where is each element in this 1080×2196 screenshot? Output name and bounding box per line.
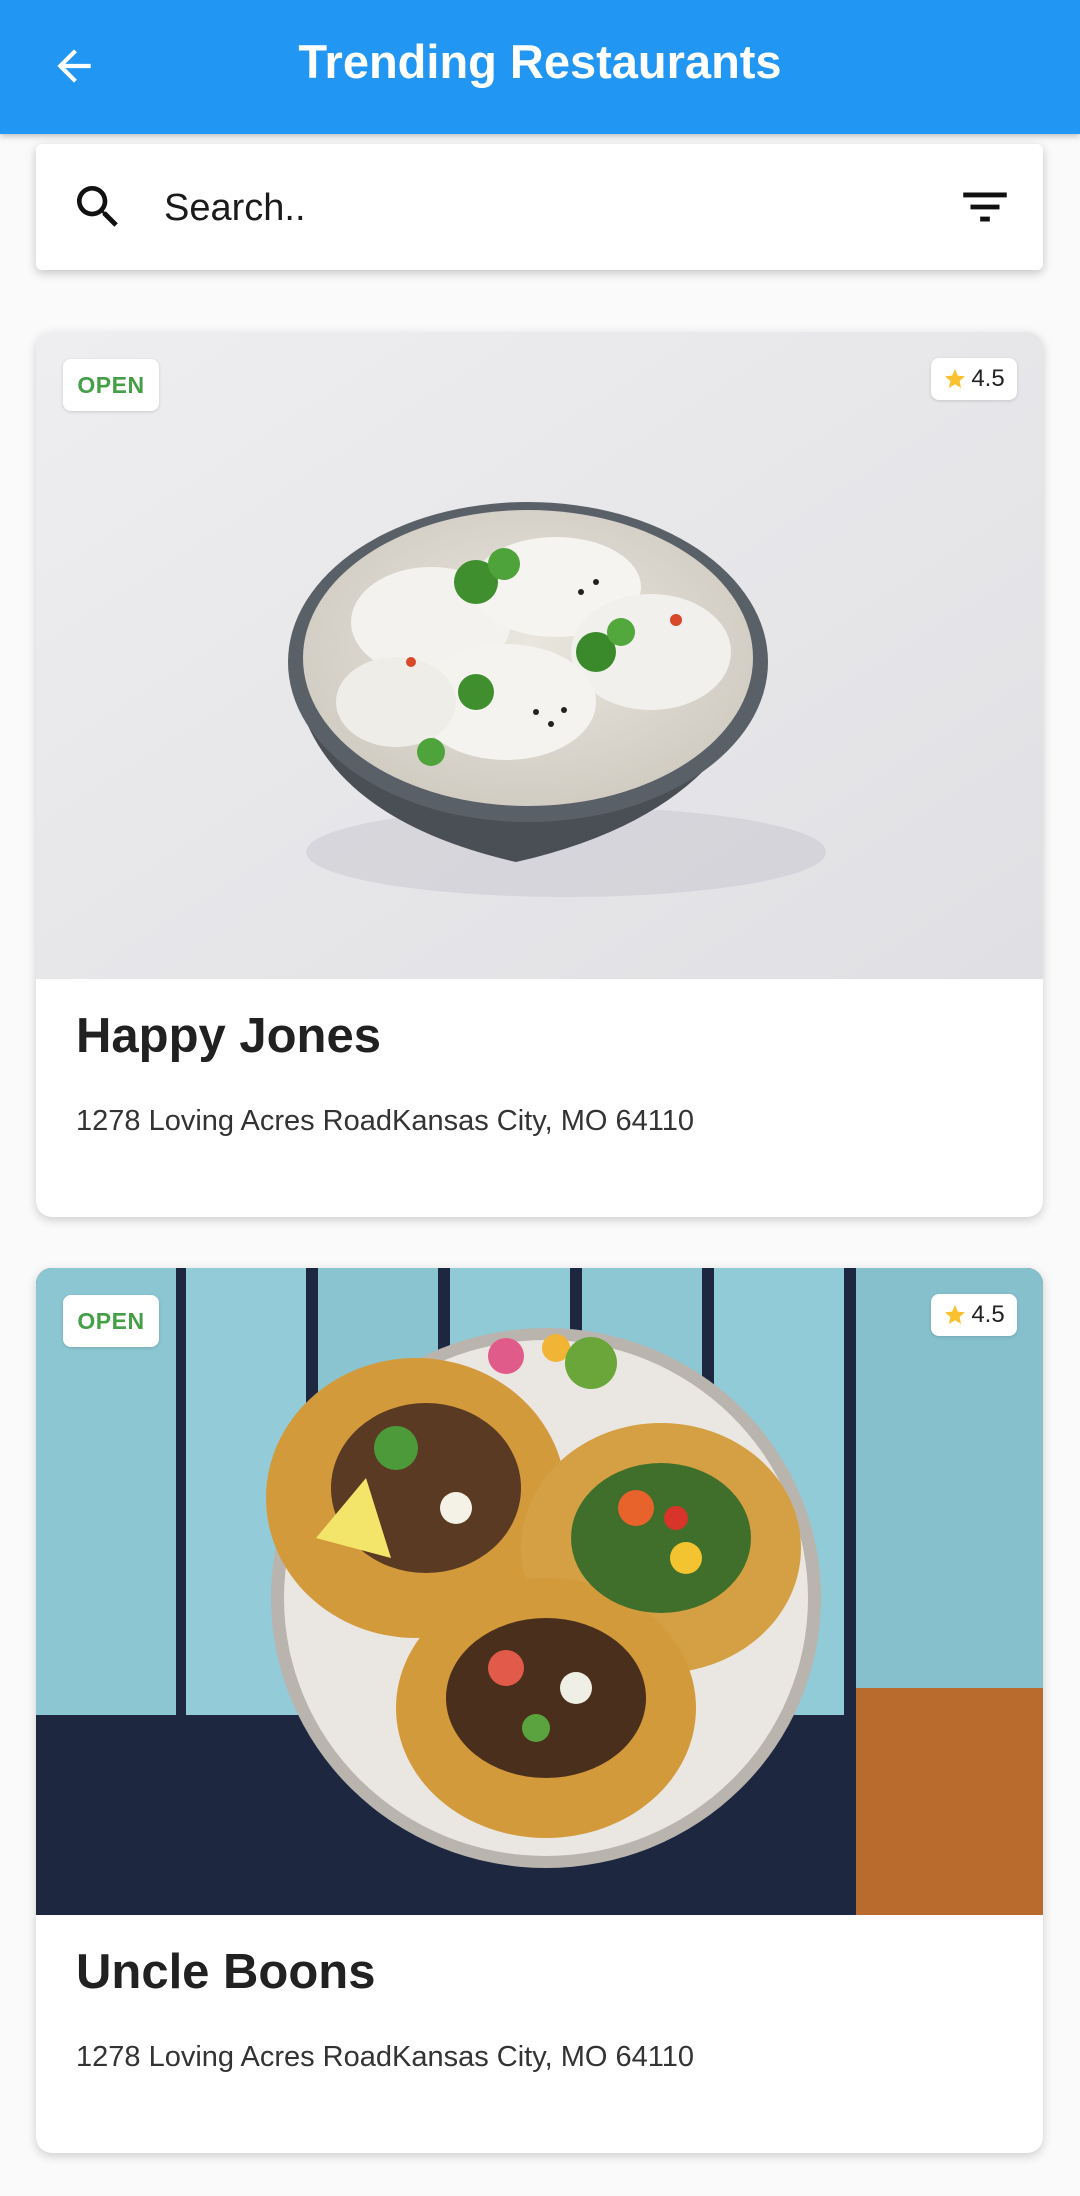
star-icon: [945, 1305, 966, 1324]
restaurant-card[interactable]: OPEN 4.5 Happy Jones 1278 Loving Acres R…: [36, 332, 1043, 1217]
search-bar: [36, 144, 1043, 270]
rating-value: 4.5: [971, 365, 1005, 392]
restaurant-image-tacos: [36, 1268, 1043, 1915]
restaurant-image-dumplings: [36, 332, 1043, 979]
search-input[interactable]: [162, 166, 946, 250]
restaurant-card[interactable]: OPEN 4.5 Uncle Boons 1278 Loving Acres R…: [36, 1268, 1043, 2153]
app-bar: Trending Restaurants: [0, 0, 1080, 134]
filter-icon: [963, 192, 1007, 222]
page-title: Trending Restaurants: [298, 35, 782, 88]
status-badge: OPEN: [63, 359, 159, 411]
rating-badge: 4.5: [931, 358, 1017, 400]
filter-button[interactable]: [953, 175, 1017, 239]
search-icon[interactable]: [70, 179, 126, 235]
restaurant-address: 1278 Loving Acres RoadKansas City, MO 64…: [76, 2041, 694, 2073]
restaurant-address: 1278 Loving Acres RoadKansas City, MO 64…: [76, 1105, 694, 1137]
restaurant-name: Happy Jones: [76, 1009, 381, 1063]
star-icon: [945, 369, 966, 388]
rating-badge: 4.5: [931, 1294, 1017, 1336]
rating-value: 4.5: [971, 1301, 1005, 1328]
restaurant-name: Uncle Boons: [76, 1945, 376, 1999]
status-badge: OPEN: [63, 1295, 159, 1347]
